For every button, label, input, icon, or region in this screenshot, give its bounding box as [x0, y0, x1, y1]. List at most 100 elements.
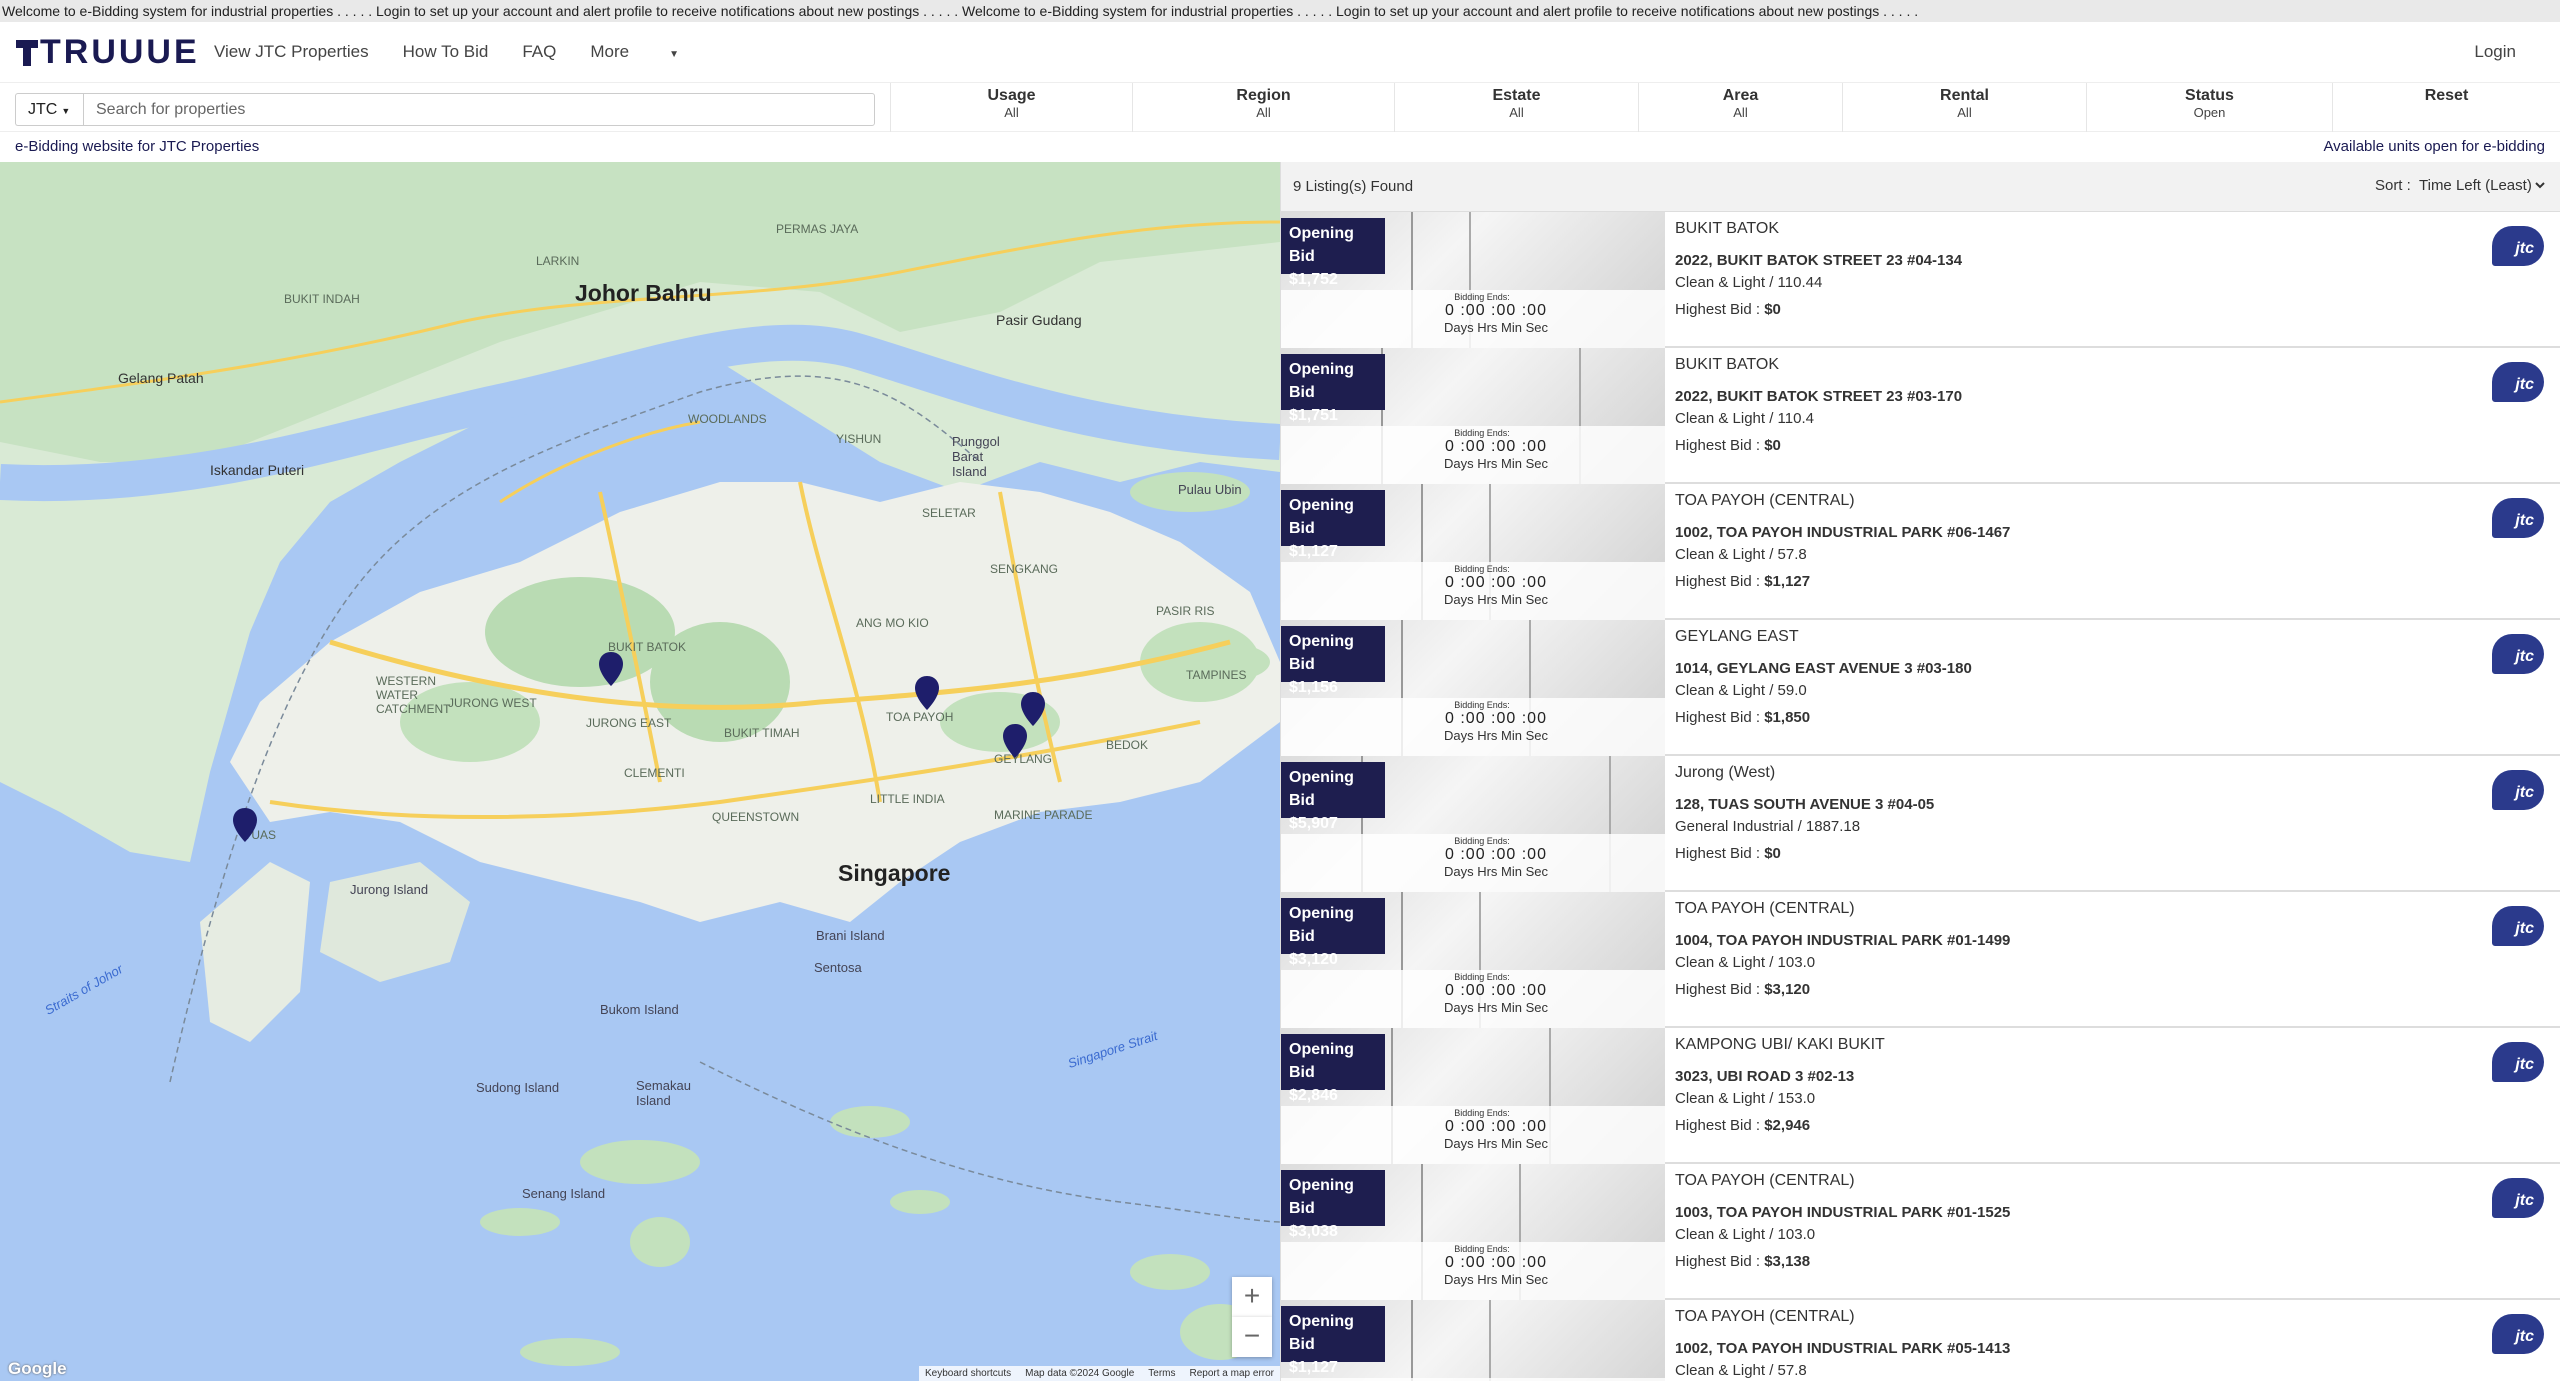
listing-row[interactable]: Opening Bid $3,038 Bidding Ends: 0 :00 :…: [1281, 1164, 2560, 1300]
filter-area[interactable]: Area All: [1638, 83, 1842, 133]
listing-address[interactable]: 1002, TOA PAYOH INDUSTRIAL PARK #06-1467: [1675, 524, 2490, 541]
listing-row[interactable]: Opening Bid $1,127 Bidding Ends: 0 :00 :…: [1281, 484, 2560, 620]
listing-thumbnail[interactable]: Opening Bid $2,846 Bidding Ends: 0 :00 :…: [1281, 1028, 1665, 1164]
caret-down-icon: ▼: [669, 49, 679, 60]
highest-bid-label: Highest Bid :: [1675, 573, 1761, 590]
opening-bid-badge: Opening Bid $5,907: [1281, 762, 1385, 832]
property-map[interactable]: Johor Bahru Singapore Pasir Gudang Iskan…: [0, 162, 1280, 1381]
listing-info[interactable]: KAMPONG UBI/ KAKI BUKIT 3023, UBI ROAD 3…: [1675, 1028, 2490, 1134]
sort-select[interactable]: Time Left (Least): [2415, 176, 2548, 195]
nav-how-to-bid[interactable]: How To Bid: [403, 42, 489, 62]
jtc-logo-icon: jtc: [2492, 226, 2544, 266]
listing-thumbnail[interactable]: Opening Bid $3,038 Bidding Ends: 0 :00 :…: [1281, 1164, 1665, 1300]
map-label-pulau-ubin: Pulau Ubin: [1178, 482, 1242, 497]
listing-address[interactable]: 2022, BUKIT BATOK STREET 23 #03-170: [1675, 388, 2490, 405]
listing-info[interactable]: BUKIT BATOK 2022, BUKIT BATOK STREET 23 …: [1675, 348, 2490, 454]
listing-address[interactable]: 1014, GEYLANG EAST AVENUE 3 #03-180: [1675, 660, 2490, 677]
listing-info[interactable]: TOA PAYOH (CENTRAL) 1002, TOA PAYOH INDU…: [1675, 484, 2490, 590]
opening-bid-value: $1,752: [1289, 271, 1338, 288]
listing-thumbnail[interactable]: Opening Bid $1,752 Bidding Ends: 0 :00 :…: [1281, 212, 1665, 348]
map-label-little-india: LITTLE INDIA: [870, 792, 945, 806]
listing-address[interactable]: 3023, UBI ROAD 3 #02-13: [1675, 1068, 2490, 1085]
listing-type-size: Clean & Light / 103.0: [1675, 954, 1816, 971]
listing-info[interactable]: TOA PAYOH (CENTRAL) 1002, TOA PAYOH INDU…: [1675, 1300, 2490, 1381]
map-pin-icon[interactable]: [232, 808, 258, 844]
highest-bid: Highest Bid : $0: [1675, 845, 2490, 862]
countdown-units: Days Hrs Min Sec: [1443, 864, 1549, 879]
nav-faq[interactable]: FAQ: [522, 42, 556, 62]
listing-info[interactable]: TOA PAYOH (CENTRAL) 1004, TOA PAYOH INDU…: [1675, 892, 2490, 998]
listing-thumbnail[interactable]: Opening Bid $1,751 Bidding Ends: 0 :00 :…: [1281, 348, 1665, 484]
listing-info[interactable]: GEYLANG EAST 1014, GEYLANG EAST AVENUE 3…: [1675, 620, 2490, 726]
search-input[interactable]: [83, 93, 875, 126]
map-label-marine-parade: MARINE PARADE: [994, 808, 1093, 822]
terms-link[interactable]: Terms: [1148, 1368, 1175, 1379]
opening-bid-value: $5,907: [1289, 815, 1338, 832]
report-error-link[interactable]: Report a map error: [1190, 1368, 1274, 1379]
highest-bid-value: $0: [1764, 437, 1781, 454]
listing-type-size: Clean & Light / 59.0: [1675, 682, 1807, 699]
filter-area-value: All: [1733, 105, 1748, 120]
filter-usage[interactable]: Usage All: [890, 83, 1132, 133]
listing-row[interactable]: Opening Bid $1,127 Bidding Ends: 0 :00 :…: [1281, 1300, 2560, 1381]
listing-thumbnail[interactable]: Opening Bid $3,120 Bidding Ends: 0 :00 :…: [1281, 892, 1665, 1028]
filter-rental[interactable]: Rental All: [1842, 83, 2086, 133]
countdown-digits: 0 :00 :00 :00: [1445, 710, 1547, 727]
opening-bid-value: $3,038: [1289, 1223, 1338, 1240]
map-pin-icon[interactable]: [1002, 724, 1028, 760]
listing-thumbnail[interactable]: Opening Bid $1,156 Bidding Ends: 0 :00 :…: [1281, 620, 1665, 756]
keyboard-shortcuts-link[interactable]: Keyboard shortcuts: [925, 1368, 1011, 1379]
highest-bid: Highest Bid : $3,120: [1675, 981, 2490, 998]
filter-region[interactable]: Region All: [1132, 83, 1394, 133]
opening-bid-value: $1,127: [1289, 543, 1338, 560]
opening-bid-badge: Opening Bid $1,127: [1281, 490, 1385, 560]
listing-address[interactable]: 1002, TOA PAYOH INDUSTRIAL PARK #05-1413: [1675, 1340, 2490, 1357]
listing-thumbnail[interactable]: Opening Bid $1,127 Bidding Ends: 0 :00 :…: [1281, 1300, 1665, 1381]
filter-estate[interactable]: Estate All: [1394, 83, 1638, 133]
login-link[interactable]: Login: [2474, 42, 2516, 62]
listing-row[interactable]: Opening Bid $1,156 Bidding Ends: 0 :00 :…: [1281, 620, 2560, 756]
listing-row[interactable]: Opening Bid $3,120 Bidding Ends: 0 :00 :…: [1281, 892, 2560, 1028]
listing-row[interactable]: Opening Bid $2,846 Bidding Ends: 0 :00 :…: [1281, 1028, 2560, 1164]
reset-button[interactable]: Reset: [2332, 83, 2560, 133]
jtc-logo-icon: jtc: [2492, 770, 2544, 810]
highest-bid: Highest Bid : $3,138: [1675, 1253, 2490, 1270]
listing-address[interactable]: 128, TUAS SOUTH AVENUE 3 #04-05: [1675, 796, 2490, 813]
map-pin-icon[interactable]: [1020, 692, 1046, 728]
zoom-in-button[interactable]: +: [1232, 1277, 1272, 1317]
listing-row[interactable]: Opening Bid $1,752 Bidding Ends: 0 :00 :…: [1281, 212, 2560, 348]
listing-address[interactable]: 1004, TOA PAYOH INDUSTRIAL PARK #01-1499: [1675, 932, 2490, 949]
listing-row[interactable]: Opening Bid $5,907 Bidding Ends: 0 :00 :…: [1281, 756, 2560, 892]
bidding-ends-label: Bidding Ends:: [1454, 836, 1510, 846]
listing-area: TOA PAYOH (CENTRAL): [1675, 1308, 1855, 1325]
listing-row[interactable]: Opening Bid $1,751 Bidding Ends: 0 :00 :…: [1281, 348, 2560, 484]
listing-type-size: Clean & Light / 103.0: [1675, 1226, 1816, 1243]
nav-more-label: More: [590, 42, 630, 61]
countdown-timer: Bidding Ends: 0 :00 :00 :00 Days Hrs Min…: [1281, 970, 1665, 1028]
listing-info[interactable]: TOA PAYOH (CENTRAL) 1003, TOA PAYOH INDU…: [1675, 1164, 2490, 1270]
listing-thumbnail[interactable]: Opening Bid $5,907 Bidding Ends: 0 :00 :…: [1281, 756, 1665, 892]
agency-dropdown[interactable]: JTC ▼: [15, 93, 83, 126]
map-pin-icon[interactable]: [598, 652, 624, 688]
countdown-digits: 0 :00 :00 :00: [1445, 438, 1547, 455]
sort-control[interactable]: Sort : Time Left (Least): [2375, 176, 2548, 195]
highest-bid: Highest Bid : $1,850: [1675, 709, 2490, 726]
listing-info[interactable]: Jurong (West) 128, TUAS SOUTH AVENUE 3 #…: [1675, 756, 2490, 862]
nav-view-properties[interactable]: View JTC Properties: [214, 42, 369, 62]
listing-address[interactable]: 1003, TOA PAYOH INDUSTRIAL PARK #01-1525: [1675, 1204, 2490, 1221]
highest-bid-value: $3,138: [1764, 1253, 1811, 1270]
map-label-clementi: CLEMENTI: [624, 766, 685, 780]
map-pin-icon[interactable]: [914, 676, 940, 712]
filter-status[interactable]: Status Open: [2086, 83, 2332, 133]
jtc-logo-icon: jtc: [2492, 1178, 2544, 1218]
google-logo[interactable]: Google: [8, 1359, 67, 1379]
zoom-out-button[interactable]: −: [1232, 1317, 1272, 1357]
listing-thumbnail[interactable]: Opening Bid $1,127 Bidding Ends: 0 :00 :…: [1281, 484, 1665, 620]
jtc-logo-icon: jtc: [2492, 1314, 2544, 1354]
highest-bid-value: $1,127: [1764, 573, 1811, 590]
nav-more-dropdown[interactable]: More ▼: [590, 42, 713, 62]
listing-info[interactable]: BUKIT BATOK 2022, BUKIT BATOK STREET 23 …: [1675, 212, 2490, 318]
highest-bid-label: Highest Bid :: [1675, 1117, 1761, 1134]
site-logo[interactable]: TRUUUE: [16, 34, 200, 70]
listing-address[interactable]: 2022, BUKIT BATOK STREET 23 #04-134: [1675, 252, 2490, 269]
